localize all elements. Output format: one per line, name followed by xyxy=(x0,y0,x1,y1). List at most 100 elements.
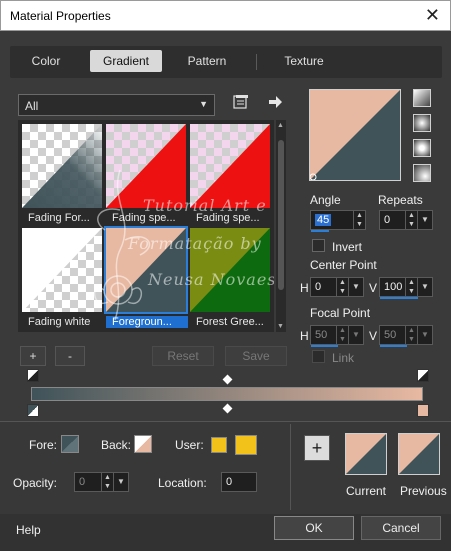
category-dropdown-value: All xyxy=(25,99,39,113)
scroll-up-icon[interactable]: ▲ xyxy=(277,122,284,129)
focal-h-input[interactable]: 50 ▲ ▼ ▼ xyxy=(310,325,364,347)
center-h-label: H xyxy=(300,281,309,295)
center-v-input[interactable]: 100 ▲ ▼ ▼ xyxy=(379,277,433,299)
repeats-value: 0 xyxy=(384,214,391,226)
opacity-input[interactable]: 0 ▲ ▼ ▼ xyxy=(74,472,129,492)
help-link[interactable]: Help xyxy=(16,523,41,537)
gradient-swatch-grid: Fading For... Fading spe... Fading spe..… xyxy=(18,120,274,332)
center-h-value: 0 xyxy=(315,281,322,293)
category-dropdown[interactable]: All ▼ xyxy=(18,94,215,116)
close-icon[interactable]: ✕ xyxy=(425,5,440,25)
focal-v-dropdown-icon[interactable]: ▼ xyxy=(417,326,432,344)
focal-v-value: 50 xyxy=(384,329,397,341)
flower-watermark-icon xyxy=(93,169,151,321)
focal-v-input[interactable]: 50 ▲ ▼ ▼ xyxy=(379,325,433,347)
remove-stop-button[interactable]: - xyxy=(55,346,85,366)
angle-value: 45 xyxy=(315,214,332,226)
opacity-value: 0 xyxy=(79,476,86,488)
cancel-button[interactable]: Cancel xyxy=(361,516,441,540)
angle-input[interactable]: 45 ▲ ▼ xyxy=(310,210,366,232)
fore-color-chip[interactable] xyxy=(61,435,79,453)
repeats-stepper-icon[interactable]: ▲ ▼ xyxy=(405,211,417,229)
user-color-chip[interactable] xyxy=(211,437,227,453)
opacity-stepper-icon[interactable]: ▲ ▼ xyxy=(101,473,113,491)
previous-swatch[interactable] xyxy=(398,433,440,475)
title-bar: Material Properties ✕ xyxy=(0,0,451,31)
reset-button[interactable]: Reset xyxy=(152,346,214,366)
tab-bar: Color Gradient Pattern Texture xyxy=(10,46,442,78)
back-label: Back: xyxy=(101,438,132,452)
add-swatch-button[interactable]: + xyxy=(304,435,330,461)
scrollbar-thumb[interactable] xyxy=(278,140,284,290)
current-label: Current xyxy=(346,484,387,498)
center-h-dropdown-icon[interactable]: ▼ xyxy=(348,278,363,296)
linear-style-icon[interactable] xyxy=(413,89,431,107)
library-icon[interactable] xyxy=(233,94,249,113)
footer-bar: Help OK Cancel xyxy=(0,514,451,551)
center-h-stepper-icon[interactable]: ▲ ▼ xyxy=(336,278,348,296)
gradient-preview[interactable] xyxy=(309,89,401,181)
opacity-dropdown-icon[interactable]: ▼ xyxy=(113,473,128,491)
link-checkbox[interactable] xyxy=(312,350,325,363)
center-point-label: Center Point xyxy=(310,258,377,272)
window-title: Material Properties xyxy=(10,9,111,23)
gradient-swatch-label: Forest Gree... xyxy=(196,316,264,328)
fore-label: Fore: xyxy=(29,438,58,452)
color-stop-end[interactable] xyxy=(417,404,429,417)
center-v-stepper-icon[interactable]: ▲ ▼ xyxy=(405,278,417,296)
focal-v-stepper-icon[interactable]: ▲ ▼ xyxy=(405,326,417,344)
repeats-dropdown-icon[interactable]: ▼ xyxy=(417,211,432,229)
opacity-stop-start[interactable] xyxy=(27,369,39,382)
opacity-label: Opacity: xyxy=(13,476,58,490)
focal-h-value: 50 xyxy=(315,329,328,341)
center-v-value: 100 xyxy=(384,281,403,293)
angle-bar xyxy=(311,230,329,232)
user-color-picker[interactable] xyxy=(235,435,257,455)
vertical-divider xyxy=(290,424,291,510)
tab-texture[interactable]: Texture xyxy=(268,50,340,72)
center-h-input[interactable]: 0 ▲ ▼ ▼ xyxy=(310,277,364,297)
rectangular-style-icon[interactable] xyxy=(413,114,431,132)
center-v-label: V xyxy=(369,281,378,295)
save-button[interactable]: Save xyxy=(225,346,287,366)
focal-v-label: V xyxy=(369,329,378,343)
scroll-down-icon[interactable]: ▼ xyxy=(277,323,284,330)
add-stop-button[interactable]: + xyxy=(20,346,46,366)
tab-separator xyxy=(256,54,257,70)
ok-button[interactable]: OK xyxy=(274,516,354,540)
focal-h-stepper-icon[interactable]: ▲ ▼ xyxy=(336,326,348,344)
focal-h-dropdown-icon[interactable]: ▼ xyxy=(348,326,363,344)
gradient-editor-bar[interactable] xyxy=(31,387,423,401)
center-v-bar xyxy=(380,297,418,299)
repeats-label: Repeats xyxy=(378,193,423,207)
radial-style-icon[interactable] xyxy=(413,164,431,182)
chevron-down-icon: ▼ xyxy=(199,99,208,109)
sunburst-style-icon[interactable] xyxy=(413,139,431,157)
angle-label: Angle xyxy=(310,193,341,207)
tab-gradient[interactable]: Gradient xyxy=(90,50,162,72)
repeats-input[interactable]: 0 ▲ ▼ ▼ xyxy=(379,210,433,230)
invert-checkbox[interactable] xyxy=(312,239,325,252)
tab-color[interactable]: Color xyxy=(16,50,76,72)
back-color-chip[interactable] xyxy=(134,435,152,453)
current-swatch[interactable] xyxy=(345,433,387,475)
invert-label: Invert xyxy=(332,240,363,254)
tab-pattern[interactable]: Pattern xyxy=(176,50,238,72)
location-input[interactable]: 0 xyxy=(221,472,257,492)
color-midpoint[interactable] xyxy=(222,403,233,414)
focal-h-label: H xyxy=(300,329,309,343)
angle-stepper-icon[interactable]: ▲ ▼ xyxy=(353,211,365,229)
location-label: Location: xyxy=(158,476,207,490)
focal-point-label: Focal Point xyxy=(310,306,371,320)
swatch-scrollbar[interactable]: ▲ ▼ xyxy=(276,120,286,332)
color-stop-start[interactable] xyxy=(27,404,39,417)
link-label: Link xyxy=(332,351,355,365)
center-v-dropdown-icon[interactable]: ▼ xyxy=(417,278,432,296)
focal-h-bar xyxy=(311,345,338,347)
opacity-midpoint[interactable] xyxy=(222,374,233,385)
previous-label: Previous xyxy=(400,484,447,498)
arrow-right-icon[interactable] xyxy=(268,95,282,112)
focal-v-bar xyxy=(380,345,407,347)
user-label: User: xyxy=(175,438,204,452)
opacity-stop-end[interactable] xyxy=(417,369,429,382)
